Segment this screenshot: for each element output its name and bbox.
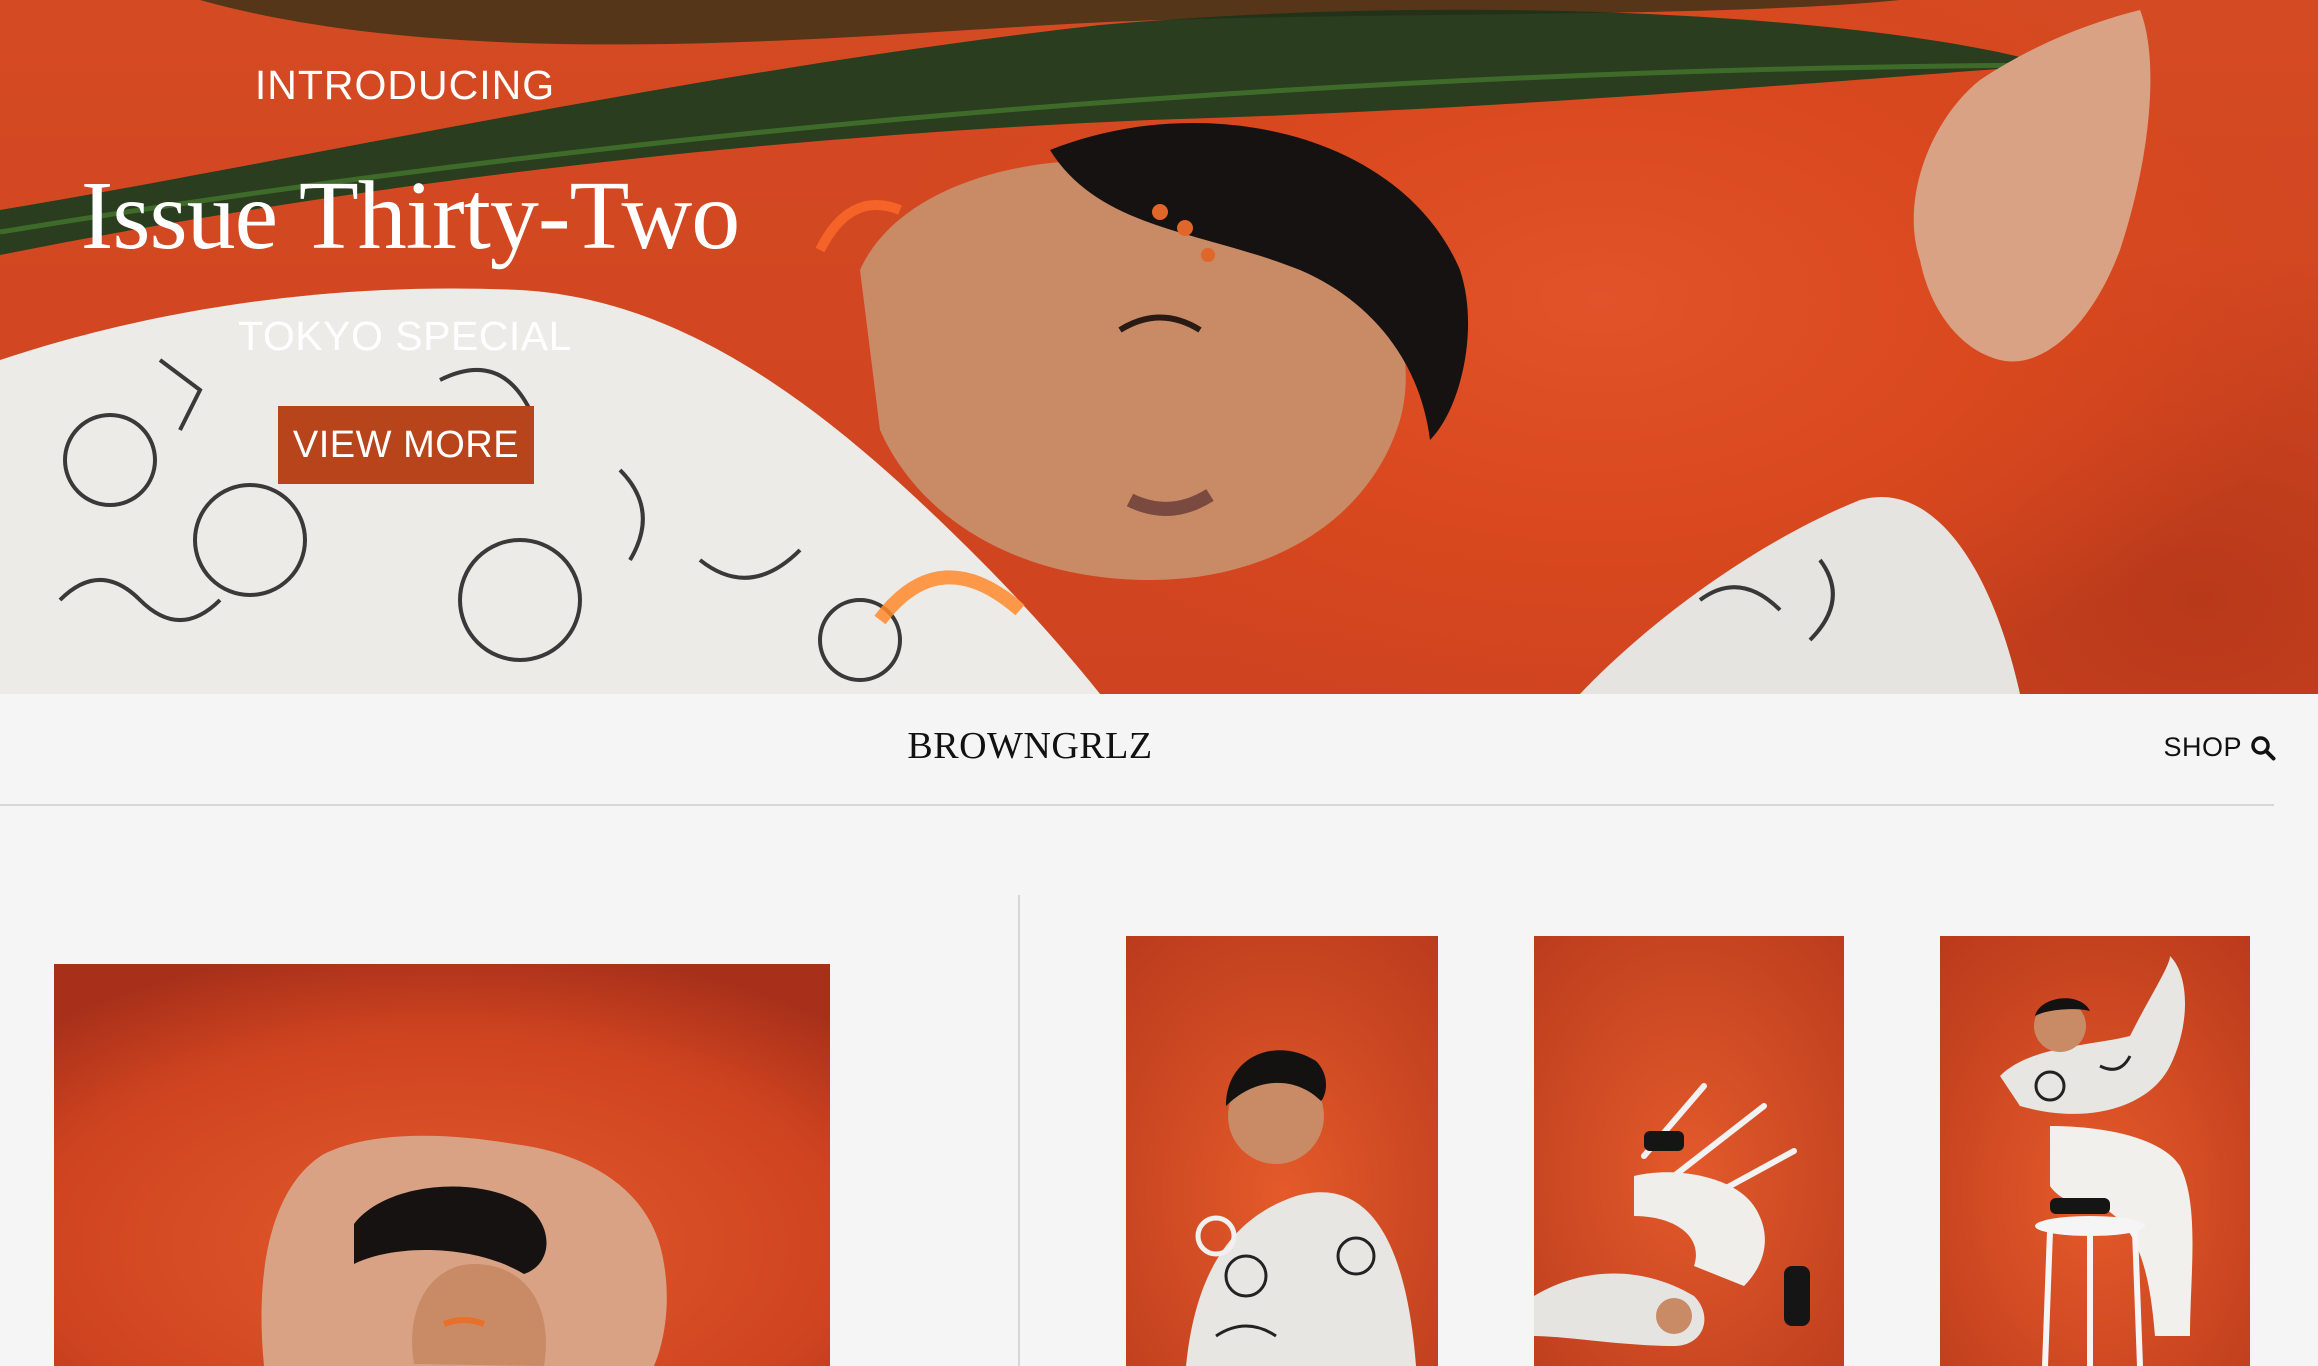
hero-banner: INTRODUCING Issue Thirty-Two TOKYO SPECI… [0, 0, 2318, 694]
gallery-photo-3[interactable] [1940, 936, 2250, 1366]
header-divider [0, 804, 2274, 806]
column-divider [1018, 895, 1020, 1366]
feature-photo[interactable] [54, 964, 830, 1366]
brand-logo[interactable]: BROWNGRLZ [0, 724, 2060, 768]
hero-kicker: INTRODUCING [254, 62, 556, 108]
shop-link[interactable]: SHOP [2163, 732, 2276, 763]
hero-subtitle: TOKYO SPECIAL [238, 313, 572, 359]
view-more-button[interactable]: VIEW MORE [278, 406, 534, 484]
gallery-photo-1[interactable] [1126, 936, 1438, 1366]
site-header: BROWNGRLZ SHOP [0, 694, 2318, 804]
shop-label: SHOP [2163, 732, 2242, 762]
gallery-photo-2[interactable] [1534, 936, 1844, 1366]
hero-title: Issue Thirty-Two [80, 162, 741, 270]
search-icon[interactable] [2250, 735, 2276, 761]
